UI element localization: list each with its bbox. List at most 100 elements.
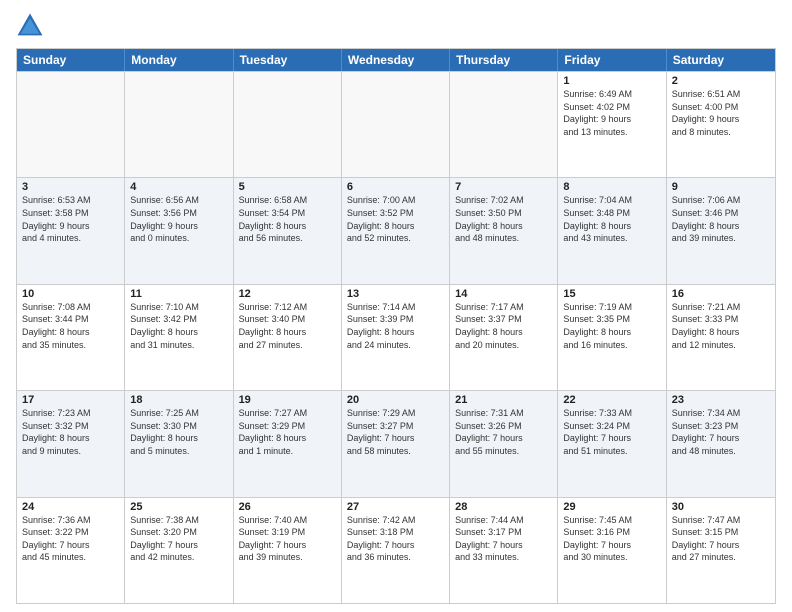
day-number: 2 [672, 75, 770, 87]
cell-sun-info: Sunrise: 7:33 AM Sunset: 3:24 PM Dayligh… [563, 407, 660, 457]
calendar-header-cell: Friday [558, 49, 666, 71]
calendar-cell: 20Sunrise: 7:29 AM Sunset: 3:27 PM Dayli… [342, 391, 450, 496]
calendar-body: 1Sunrise: 6:49 AM Sunset: 4:02 PM Daylig… [17, 71, 775, 603]
calendar-cell: 24Sunrise: 7:36 AM Sunset: 3:22 PM Dayli… [17, 498, 125, 603]
calendar-cell: 9Sunrise: 7:06 AM Sunset: 3:46 PM Daylig… [667, 178, 775, 283]
day-number: 4 [130, 181, 227, 193]
cell-sun-info: Sunrise: 7:23 AM Sunset: 3:32 PM Dayligh… [22, 407, 119, 457]
cell-sun-info: Sunrise: 7:21 AM Sunset: 3:33 PM Dayligh… [672, 301, 770, 351]
calendar-cell: 26Sunrise: 7:40 AM Sunset: 3:19 PM Dayli… [234, 498, 342, 603]
calendar-cell-empty [234, 72, 342, 177]
day-number: 22 [563, 394, 660, 406]
day-number: 12 [239, 288, 336, 300]
day-number: 18 [130, 394, 227, 406]
cell-sun-info: Sunrise: 7:08 AM Sunset: 3:44 PM Dayligh… [22, 301, 119, 351]
cell-sun-info: Sunrise: 6:51 AM Sunset: 4:00 PM Dayligh… [672, 88, 770, 138]
page: SundayMondayTuesdayWednesdayThursdayFrid… [0, 0, 792, 612]
day-number: 6 [347, 181, 444, 193]
day-number: 19 [239, 394, 336, 406]
cell-sun-info: Sunrise: 7:31 AM Sunset: 3:26 PM Dayligh… [455, 407, 552, 457]
cell-sun-info: Sunrise: 7:19 AM Sunset: 3:35 PM Dayligh… [563, 301, 660, 351]
cell-sun-info: Sunrise: 7:47 AM Sunset: 3:15 PM Dayligh… [672, 514, 770, 564]
day-number: 30 [672, 501, 770, 513]
cell-sun-info: Sunrise: 7:27 AM Sunset: 3:29 PM Dayligh… [239, 407, 336, 457]
cell-sun-info: Sunrise: 7:29 AM Sunset: 3:27 PM Dayligh… [347, 407, 444, 457]
calendar-cell-empty [342, 72, 450, 177]
cell-sun-info: Sunrise: 6:56 AM Sunset: 3:56 PM Dayligh… [130, 194, 227, 244]
calendar-cell: 7Sunrise: 7:02 AM Sunset: 3:50 PM Daylig… [450, 178, 558, 283]
day-number: 24 [22, 501, 119, 513]
day-number: 29 [563, 501, 660, 513]
calendar-cell: 3Sunrise: 6:53 AM Sunset: 3:58 PM Daylig… [17, 178, 125, 283]
cell-sun-info: Sunrise: 7:36 AM Sunset: 3:22 PM Dayligh… [22, 514, 119, 564]
day-number: 10 [22, 288, 119, 300]
day-number: 1 [563, 75, 660, 87]
calendar-cell: 17Sunrise: 7:23 AM Sunset: 3:32 PM Dayli… [17, 391, 125, 496]
calendar-header-cell: Wednesday [342, 49, 450, 71]
day-number: 28 [455, 501, 552, 513]
day-number: 11 [130, 288, 227, 300]
calendar-header-row: SundayMondayTuesdayWednesdayThursdayFrid… [17, 49, 775, 71]
calendar-cell: 13Sunrise: 7:14 AM Sunset: 3:39 PM Dayli… [342, 285, 450, 390]
day-number: 8 [563, 181, 660, 193]
calendar-header-cell: Monday [125, 49, 233, 71]
cell-sun-info: Sunrise: 6:49 AM Sunset: 4:02 PM Dayligh… [563, 88, 660, 138]
day-number: 25 [130, 501, 227, 513]
calendar-cell-empty [17, 72, 125, 177]
calendar: SundayMondayTuesdayWednesdayThursdayFrid… [16, 48, 776, 604]
calendar-cell: 5Sunrise: 6:58 AM Sunset: 3:54 PM Daylig… [234, 178, 342, 283]
calendar-cell: 12Sunrise: 7:12 AM Sunset: 3:40 PM Dayli… [234, 285, 342, 390]
day-number: 17 [22, 394, 119, 406]
cell-sun-info: Sunrise: 7:00 AM Sunset: 3:52 PM Dayligh… [347, 194, 444, 244]
calendar-cell: 4Sunrise: 6:56 AM Sunset: 3:56 PM Daylig… [125, 178, 233, 283]
cell-sun-info: Sunrise: 7:10 AM Sunset: 3:42 PM Dayligh… [130, 301, 227, 351]
day-number: 23 [672, 394, 770, 406]
day-number: 26 [239, 501, 336, 513]
calendar-row: 1Sunrise: 6:49 AM Sunset: 4:02 PM Daylig… [17, 71, 775, 177]
day-number: 27 [347, 501, 444, 513]
calendar-cell: 16Sunrise: 7:21 AM Sunset: 3:33 PM Dayli… [667, 285, 775, 390]
day-number: 14 [455, 288, 552, 300]
day-number: 7 [455, 181, 552, 193]
cell-sun-info: Sunrise: 7:02 AM Sunset: 3:50 PM Dayligh… [455, 194, 552, 244]
day-number: 13 [347, 288, 444, 300]
day-number: 15 [563, 288, 660, 300]
calendar-cell: 21Sunrise: 7:31 AM Sunset: 3:26 PM Dayli… [450, 391, 558, 496]
day-number: 20 [347, 394, 444, 406]
calendar-cell-empty [125, 72, 233, 177]
calendar-cell: 23Sunrise: 7:34 AM Sunset: 3:23 PM Dayli… [667, 391, 775, 496]
logo-icon [16, 12, 44, 40]
cell-sun-info: Sunrise: 7:17 AM Sunset: 3:37 PM Dayligh… [455, 301, 552, 351]
calendar-cell: 25Sunrise: 7:38 AM Sunset: 3:20 PM Dayli… [125, 498, 233, 603]
calendar-cell: 6Sunrise: 7:00 AM Sunset: 3:52 PM Daylig… [342, 178, 450, 283]
logo [16, 12, 48, 40]
calendar-header-cell: Sunday [17, 49, 125, 71]
calendar-cell: 2Sunrise: 6:51 AM Sunset: 4:00 PM Daylig… [667, 72, 775, 177]
cell-sun-info: Sunrise: 6:53 AM Sunset: 3:58 PM Dayligh… [22, 194, 119, 244]
calendar-cell: 1Sunrise: 6:49 AM Sunset: 4:02 PM Daylig… [558, 72, 666, 177]
day-number: 5 [239, 181, 336, 193]
calendar-row: 10Sunrise: 7:08 AM Sunset: 3:44 PM Dayli… [17, 284, 775, 390]
calendar-cell: 19Sunrise: 7:27 AM Sunset: 3:29 PM Dayli… [234, 391, 342, 496]
calendar-cell: 30Sunrise: 7:47 AM Sunset: 3:15 PM Dayli… [667, 498, 775, 603]
calendar-row: 3Sunrise: 6:53 AM Sunset: 3:58 PM Daylig… [17, 177, 775, 283]
calendar-cell: 28Sunrise: 7:44 AM Sunset: 3:17 PM Dayli… [450, 498, 558, 603]
cell-sun-info: Sunrise: 7:04 AM Sunset: 3:48 PM Dayligh… [563, 194, 660, 244]
day-number: 3 [22, 181, 119, 193]
cell-sun-info: Sunrise: 7:42 AM Sunset: 3:18 PM Dayligh… [347, 514, 444, 564]
cell-sun-info: Sunrise: 7:45 AM Sunset: 3:16 PM Dayligh… [563, 514, 660, 564]
cell-sun-info: Sunrise: 7:40 AM Sunset: 3:19 PM Dayligh… [239, 514, 336, 564]
cell-sun-info: Sunrise: 7:34 AM Sunset: 3:23 PM Dayligh… [672, 407, 770, 457]
cell-sun-info: Sunrise: 7:38 AM Sunset: 3:20 PM Dayligh… [130, 514, 227, 564]
cell-sun-info: Sunrise: 7:14 AM Sunset: 3:39 PM Dayligh… [347, 301, 444, 351]
day-number: 9 [672, 181, 770, 193]
calendar-cell: 15Sunrise: 7:19 AM Sunset: 3:35 PM Dayli… [558, 285, 666, 390]
calendar-row: 24Sunrise: 7:36 AM Sunset: 3:22 PM Dayli… [17, 497, 775, 603]
calendar-cell: 29Sunrise: 7:45 AM Sunset: 3:16 PM Dayli… [558, 498, 666, 603]
header [16, 12, 776, 40]
cell-sun-info: Sunrise: 7:06 AM Sunset: 3:46 PM Dayligh… [672, 194, 770, 244]
cell-sun-info: Sunrise: 7:12 AM Sunset: 3:40 PM Dayligh… [239, 301, 336, 351]
calendar-cell: 10Sunrise: 7:08 AM Sunset: 3:44 PM Dayli… [17, 285, 125, 390]
day-number: 21 [455, 394, 552, 406]
calendar-cell: 18Sunrise: 7:25 AM Sunset: 3:30 PM Dayli… [125, 391, 233, 496]
